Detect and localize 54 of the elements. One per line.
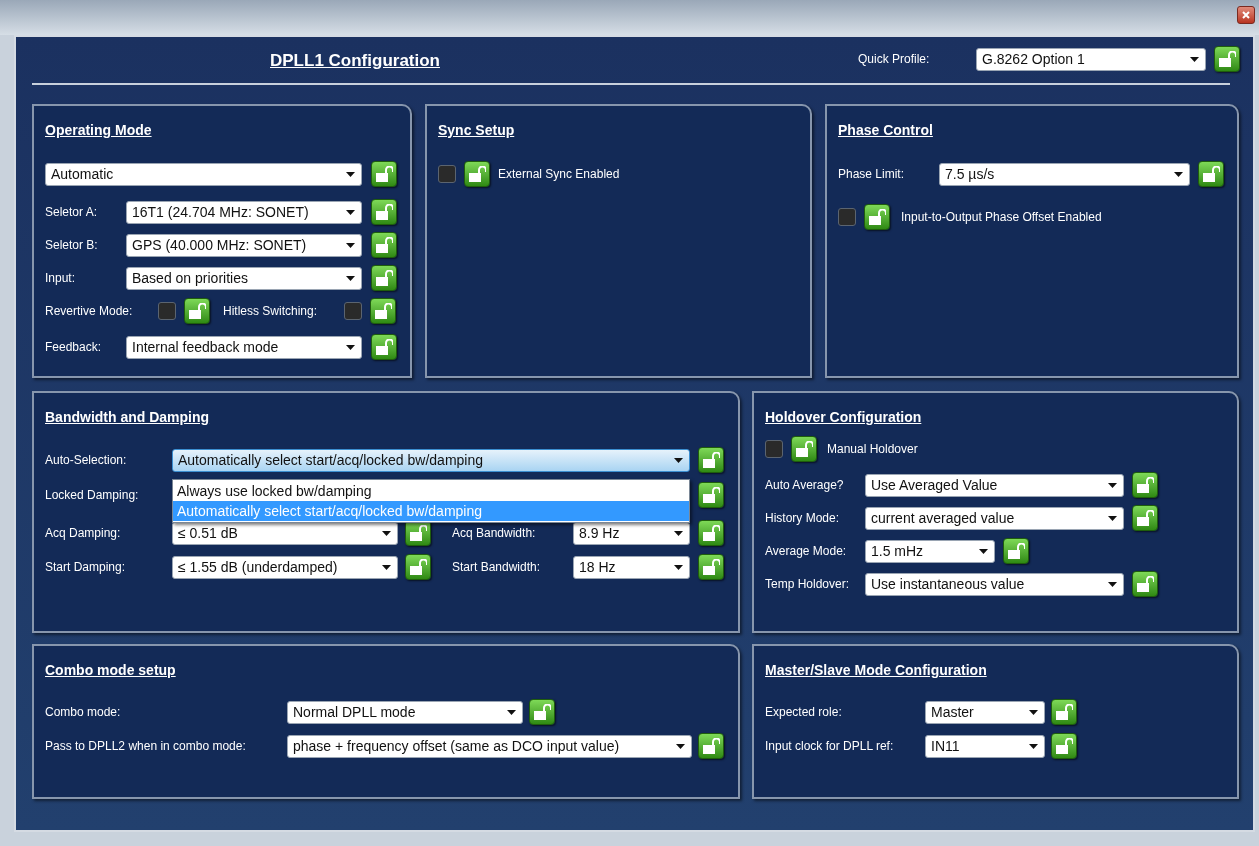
dropdown[interactable]: 16T1 (24.704 MHz: SONET) (126, 200, 362, 224)
dropdown-option[interactable]: Always use locked bw/damping (173, 481, 689, 501)
dropdown[interactable]: 8.9 Hz (573, 521, 690, 545)
panel-title: Sync Setup (438, 121, 515, 140)
field-label: Combo mode: (45, 704, 122, 721)
dropdown[interactable]: Use Averaged Value (865, 473, 1124, 497)
dropdown[interactable]: Based on priorities (126, 266, 362, 290)
field-label: Revertive Mode: (45, 303, 134, 320)
field-label: Input clock for DPLL ref: (765, 738, 895, 755)
field-label: Locked Damping: (45, 487, 140, 504)
field-label: Quick Profile: (858, 51, 931, 68)
panel-title: Holdover Configuration (765, 408, 922, 427)
field-label: Expected role: (765, 704, 843, 721)
field-label: Seletor A: (45, 204, 99, 221)
panel-title: Master/Slave Mode Configuration (765, 661, 987, 680)
field-label: Start Damping: (45, 559, 127, 576)
dropdown[interactable]: ≤ 0.51 dB (172, 521, 398, 545)
field-label: External Sync Enabled (498, 166, 620, 183)
dropdown[interactable]: Automatic (45, 162, 362, 186)
dropdown[interactable]: Master (925, 700, 1045, 724)
dropdown[interactable]: GPS (40.000 MHz: SONET) (126, 233, 362, 257)
dropdown[interactable]: ≤ 1.55 dB (underdamped) (172, 555, 398, 579)
dropdown[interactable]: Normal DPLL mode (287, 700, 523, 724)
panel-title: Bandwidth and Damping (45, 408, 210, 427)
field-label: Acq Bandwidth: (452, 525, 537, 542)
field-label: Temp Holdover: (765, 576, 851, 593)
dropdown[interactable]: Internal feedback mode (126, 335, 362, 359)
page-title: DPLL1 Configuration (270, 50, 440, 72)
field-label: Auto Average? (765, 477, 845, 494)
field-label: Start Bandwidth: (452, 559, 542, 576)
field-label: Auto-Selection: (45, 452, 128, 469)
panel-title: Operating Mode (45, 121, 152, 140)
field-label: Hitless Switching: (223, 303, 319, 320)
dropdown[interactable]: current averaged value (865, 506, 1124, 530)
dropdown[interactable]: 1.5 mHz (865, 539, 995, 563)
dropdown[interactable]: 18 Hz (573, 555, 690, 579)
dropdown[interactable]: IN11 (925, 734, 1045, 758)
field-label: Seletor B: (45, 237, 99, 254)
field-label: Feedback: (45, 339, 103, 356)
dropdown[interactable]: 7.5 µs/s (939, 162, 1190, 186)
field-label: Input: (45, 270, 77, 287)
field-label: Pass to DPLL2 when in combo mode: (45, 738, 247, 755)
field-label: Phase Limit: (838, 166, 906, 183)
field-label: Average Mode: (765, 543, 848, 560)
field-label: History Mode: (765, 510, 841, 527)
panel-title: Combo mode setup (45, 661, 176, 680)
panel-title: Phase Control (838, 121, 933, 140)
field-label: Manual Holdover (827, 441, 918, 458)
field-label: Acq Damping: (45, 525, 122, 542)
dropdown[interactable]: G.8262 Option 1 (976, 47, 1206, 71)
dropdown[interactable]: Automatically select start/acq/locked bw/damping (172, 448, 690, 472)
field-label: Input-to-Output Phase Offset Enabled (901, 209, 1102, 226)
dropdown[interactable]: phase + frequency offset (same as DCO input value) (287, 734, 692, 758)
dropdown[interactable]: Use instantaneous value (865, 572, 1124, 596)
